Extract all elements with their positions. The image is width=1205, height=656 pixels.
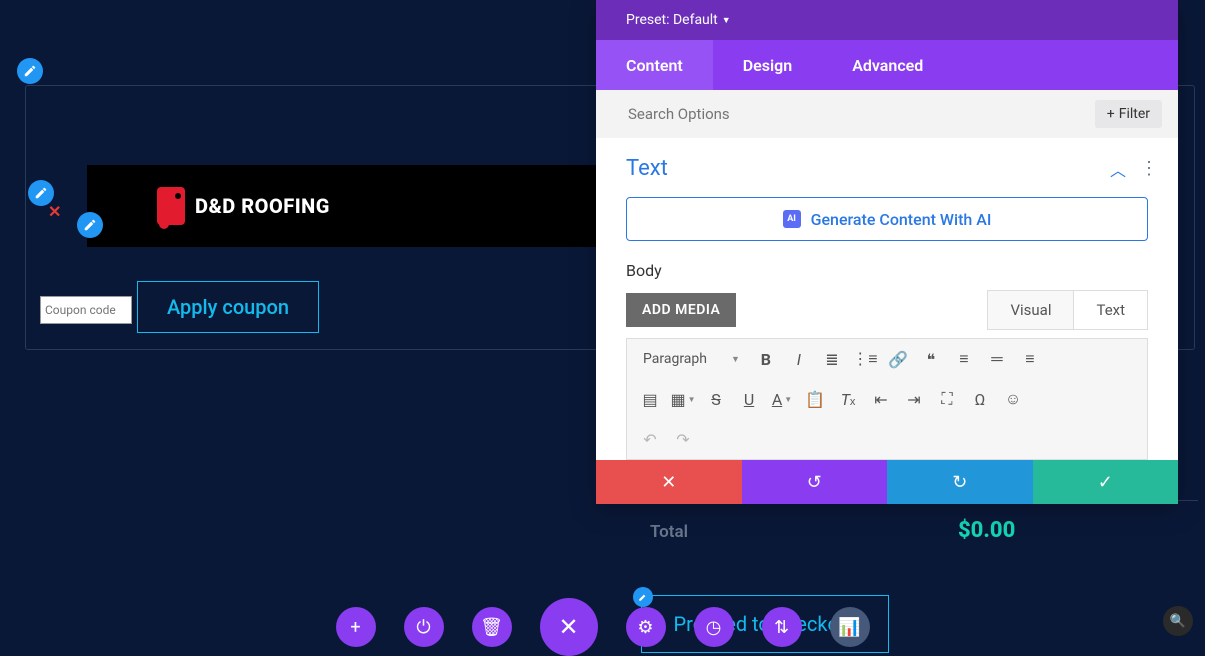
- add-icon[interactable]: +: [336, 607, 376, 647]
- builder-toolbar: + ⏻ 🗑 ✕ ⚙ ◷ ⇅ 📊: [0, 598, 1205, 656]
- fullscreen-icon[interactable]: ⛶: [932, 385, 962, 413]
- tab-advanced[interactable]: Advanced: [822, 40, 953, 90]
- history-icon[interactable]: ◷: [694, 607, 734, 647]
- align-left-icon[interactable]: ≡: [949, 345, 979, 373]
- panel-footer: ✕ ↺ ↻ ✓: [596, 460, 1178, 504]
- omega-icon[interactable]: Ω: [965, 385, 995, 413]
- underline-icon[interactable]: U: [734, 385, 764, 413]
- align-center-icon[interactable]: ═: [982, 345, 1012, 373]
- tab-content[interactable]: Content: [596, 40, 713, 90]
- search-options-input[interactable]: [628, 105, 1095, 123]
- redo-button[interactable]: ↻: [887, 460, 1033, 504]
- ai-icon: AI: [783, 210, 801, 228]
- rich-text-toolbar: Paragraph▼ B I ≣ ⋮≡ 🔗 ❝ ≡ ═ ≡ ▤ ▦▼ S U A…: [626, 338, 1148, 460]
- text-color-icon[interactable]: A▼: [767, 385, 797, 413]
- totals-section: [638, 500, 1198, 560]
- plus-icon: +: [1107, 106, 1115, 122]
- edit-section-icon[interactable]: [17, 58, 43, 84]
- section-title: Text: [626, 156, 668, 181]
- swap-icon[interactable]: ⇅: [762, 607, 802, 647]
- remove-icon[interactable]: ✕: [48, 202, 61, 221]
- cancel-button[interactable]: ✕: [596, 460, 742, 504]
- total-value: $0.00: [958, 518, 1015, 543]
- link-icon[interactable]: 🔗: [883, 345, 913, 373]
- undo-icon[interactable]: ↶: [635, 425, 665, 453]
- coupon-code-input[interactable]: [40, 296, 132, 324]
- module-settings-panel: Preset: Default ▼ Content Design Advance…: [596, 0, 1178, 504]
- quote-icon[interactable]: ❝: [916, 345, 946, 373]
- numbered-list-icon[interactable]: ⋮≡: [850, 345, 880, 373]
- generate-ai-button[interactable]: AI Generate Content With AI: [626, 197, 1148, 241]
- strikethrough-icon[interactable]: S: [701, 385, 731, 413]
- media-row: ADD MEDIA Visual Text: [596, 290, 1178, 338]
- italic-icon[interactable]: I: [784, 345, 814, 373]
- search-fab-icon[interactable]: 🔍: [1163, 606, 1193, 636]
- settings-icon[interactable]: ⚙: [626, 607, 666, 647]
- trash-icon[interactable]: 🗑: [472, 607, 512, 647]
- chevron-up-icon[interactable]: ︿: [1110, 157, 1126, 181]
- edit-module-icon[interactable]: [77, 212, 103, 238]
- panel-preset-bar[interactable]: Preset: Default ▼: [596, 0, 1178, 40]
- paragraph-select[interactable]: Paragraph▼: [635, 345, 748, 373]
- editor-mode-toggle: Visual Text: [987, 290, 1148, 330]
- bullet-list-icon[interactable]: ≣: [817, 345, 847, 373]
- power-icon[interactable]: ⏻: [404, 607, 444, 647]
- panel-tabs: Content Design Advanced: [596, 40, 1178, 90]
- caret-down-icon: ▼: [722, 15, 731, 26]
- edit-row-icon[interactable]: [28, 180, 54, 206]
- brand-name: D&D ROOFING: [195, 194, 330, 218]
- search-options-row: +Filter: [596, 90, 1178, 138]
- filter-button[interactable]: +Filter: [1095, 100, 1162, 128]
- section-header: Text ︿ ⋮: [596, 138, 1178, 197]
- align-right-icon[interactable]: ≡: [1015, 345, 1045, 373]
- caret-down-icon: ▼: [731, 354, 740, 365]
- redo-icon[interactable]: ↷: [668, 425, 698, 453]
- kebab-menu-icon[interactable]: ⋮: [1140, 158, 1158, 179]
- stats-icon[interactable]: 📊: [830, 607, 870, 647]
- logo-icon: [157, 187, 185, 225]
- text-tab[interactable]: Text: [1074, 291, 1147, 329]
- total-label: Total: [650, 522, 688, 542]
- outdent-icon[interactable]: ⇤: [866, 385, 896, 413]
- bold-icon[interactable]: B: [751, 345, 781, 373]
- visual-tab[interactable]: Visual: [988, 291, 1074, 329]
- justify-icon[interactable]: ▤: [635, 385, 665, 413]
- apply-coupon-button[interactable]: Apply coupon: [137, 281, 319, 333]
- emoji-icon[interactable]: ☺: [998, 385, 1028, 413]
- preset-label: Preset: Default: [626, 12, 718, 28]
- indent-icon[interactable]: ⇥: [899, 385, 929, 413]
- undo-button[interactable]: ↺: [742, 460, 888, 504]
- save-button[interactable]: ✓: [1033, 460, 1179, 504]
- body-label: Body: [596, 261, 1178, 290]
- table-icon[interactable]: ▦▼: [668, 385, 698, 413]
- tab-design[interactable]: Design: [713, 40, 822, 90]
- close-builder-icon[interactable]: ✕: [540, 598, 598, 656]
- clear-format-icon[interactable]: Tₓ: [833, 385, 863, 413]
- paste-icon[interactable]: 📋: [800, 385, 830, 413]
- add-media-button[interactable]: ADD MEDIA: [626, 293, 736, 327]
